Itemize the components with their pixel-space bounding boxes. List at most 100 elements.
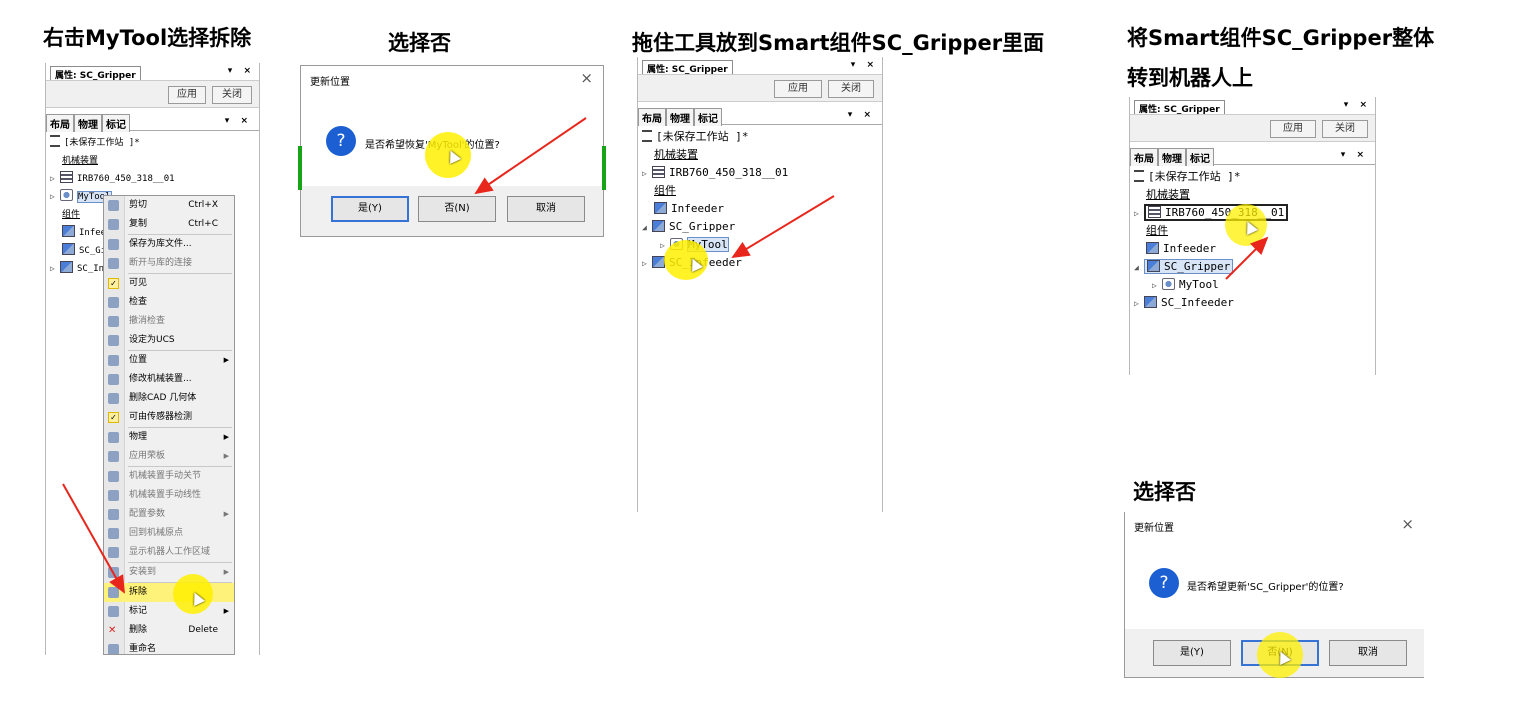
tabs-controls[interactable]: ▾ × xyxy=(1338,149,1371,161)
menu-item-4[interactable]: ✓ 可见 xyxy=(104,274,234,293)
close-button[interactable]: 关闭 xyxy=(1322,120,1368,138)
menu-item-2[interactable]: 保存为库文件... xyxy=(104,235,234,254)
tool-icon xyxy=(1162,278,1175,290)
tabs-controls[interactable]: ▾ × xyxy=(845,109,878,121)
submenu-arrow-icon: ▶ xyxy=(223,433,229,441)
menu-item-16[interactable]: 配置参数 ▶ xyxy=(104,505,234,524)
menu-item-icon xyxy=(108,471,119,482)
close-button[interactable]: 关闭 xyxy=(212,86,252,104)
tabs-controls[interactable]: ▾ × xyxy=(222,115,255,127)
menu-item-label: 可由传感器检测 xyxy=(129,412,193,422)
tree-sc-infeeder[interactable]: ▷ SC_Infeeder xyxy=(1134,294,1371,312)
menu-item-5[interactable]: 检查 xyxy=(104,293,234,312)
tab-layout[interactable]: 布局 xyxy=(1130,148,1158,166)
panel-controls[interactable]: ▾ × xyxy=(1344,100,1371,110)
tab-tags[interactable]: 标记 xyxy=(102,114,130,132)
menu-item-label: 检查 xyxy=(129,297,148,307)
menu-item-1[interactable]: 复制 Ctrl+C xyxy=(104,215,234,234)
apply-button[interactable]: 应用 xyxy=(168,86,206,104)
close-button[interactable]: 关闭 xyxy=(828,80,874,98)
collapse-icon[interactable]: ◢ xyxy=(642,219,652,237)
yes-button[interactable]: 是(Y) xyxy=(331,196,409,222)
caption-step4-line2: 转到机器人上 xyxy=(1127,66,1253,90)
menu-item-15[interactable]: 机械装置手动线性 xyxy=(104,486,234,505)
tab-physics[interactable]: 物理 xyxy=(666,108,694,126)
tree-component-label: 组件 xyxy=(62,210,81,220)
menu-item-6[interactable]: 撤消检查 xyxy=(104,312,234,331)
tree-mechanism-label: 机械装置 xyxy=(62,156,99,166)
tree-infeeder-label: Infeeder xyxy=(671,202,724,215)
menu-item-11[interactable]: ✓ 可由传感器检测 xyxy=(104,408,234,427)
tab-physics[interactable]: 物理 xyxy=(1158,148,1186,166)
tree-station-label: [未保存工作站 ]* xyxy=(64,138,140,148)
caption-step1: 右击MyTool选择拆除 xyxy=(43,26,252,50)
menu-item-icon xyxy=(108,528,119,539)
robot-icon xyxy=(1148,206,1161,218)
tree-sc-gripper[interactable]: ◢ SC_Gripper xyxy=(1134,258,1371,276)
expand-icon[interactable]: ▷ xyxy=(50,170,60,188)
collapse-icon[interactable]: ◢ xyxy=(1134,259,1144,277)
smart-component-icon xyxy=(652,220,665,232)
tree-sc-gripper[interactable]: ◢ SC_Gripper xyxy=(642,218,878,236)
menu-item-7[interactable]: 设定为UCS xyxy=(104,331,234,350)
menu-item-3[interactable]: 断开与库的连接 xyxy=(104,254,234,273)
apply-button[interactable]: 应用 xyxy=(1270,120,1316,138)
close-icon[interactable]: × xyxy=(580,69,593,87)
menu-item-label: 删除 xyxy=(129,625,148,635)
tree-mytool[interactable]: ▷ MyTool xyxy=(1134,276,1371,294)
tree-robot[interactable]: ▷ IRB760_450_318__01 xyxy=(50,170,255,188)
expand-icon[interactable]: ▷ xyxy=(1134,205,1144,223)
menu-item-9[interactable]: 修改机械装置... xyxy=(104,370,234,389)
menu-item-icon xyxy=(108,297,119,308)
station-icon xyxy=(50,135,60,147)
expand-icon[interactable]: ▷ xyxy=(50,188,60,206)
tree-station[interactable]: [未保存工作站 ]* xyxy=(1134,168,1371,186)
panel-title-bar: 属性: SC_Gripper ▾ × xyxy=(46,63,259,82)
menu-item-shortcut: Ctrl+X xyxy=(188,200,218,210)
menu-item-icon xyxy=(108,258,119,269)
menu-item-17[interactable]: 回到机械原点 xyxy=(104,524,234,543)
tool-icon xyxy=(60,189,73,201)
tree-infeeder[interactable]: Infeeder xyxy=(642,200,878,218)
yes-button[interactable]: 是(Y) xyxy=(1153,640,1231,666)
tab-layout[interactable]: 布局 xyxy=(46,114,74,132)
no-button[interactable]: 否(N) xyxy=(418,196,496,222)
expand-icon[interactable]: ▷ xyxy=(1134,295,1144,313)
menu-item-20[interactable]: 拆除 xyxy=(104,583,234,602)
menu-item-14[interactable]: 机械装置手动关节 xyxy=(104,467,234,486)
panel-controls[interactable]: ▾ × xyxy=(228,66,255,76)
expand-icon[interactable]: ▷ xyxy=(642,255,652,273)
smart-component-icon xyxy=(1147,260,1160,272)
menu-item-10[interactable]: 删除CAD 几何体 xyxy=(104,389,234,408)
tree-robot-label: IRB760_450_318__01 xyxy=(669,166,789,179)
tree-station[interactable]: [未保存工作站 ]* xyxy=(642,128,878,146)
menu-item-18[interactable]: 显示机器人工作区域 xyxy=(104,543,234,562)
close-icon[interactable]: × xyxy=(1401,515,1414,533)
menu-item-13[interactable]: 应用荣板 ▶ xyxy=(104,447,234,466)
menu-item-12[interactable]: 物理 ▶ xyxy=(104,428,234,447)
menu-item-label: 剪切 xyxy=(129,200,148,210)
tree-robot[interactable]: ▷ IRB760_450_318__01 xyxy=(642,164,878,182)
menu-item-8[interactable]: 位置 ▶ xyxy=(104,351,234,370)
menu-item-icon xyxy=(108,606,119,617)
expand-icon[interactable]: ▷ xyxy=(1152,277,1162,295)
menu-item-23[interactable]: 重命名 xyxy=(104,640,234,654)
tab-tags[interactable]: 标记 xyxy=(694,108,722,126)
menu-item-icon xyxy=(108,567,119,578)
apply-button[interactable]: 应用 xyxy=(774,80,822,98)
expand-icon[interactable]: ▷ xyxy=(642,165,652,183)
menu-item-0[interactable]: 剪切 Ctrl+X xyxy=(104,196,234,215)
menu-item-21[interactable]: 标记 ▶ xyxy=(104,602,234,621)
tab-physics[interactable]: 物理 xyxy=(74,114,102,132)
panel-controls[interactable]: ▾ × xyxy=(851,60,878,70)
menu-item-22[interactable]: ✕ 删除 Delete xyxy=(104,621,234,640)
expand-icon[interactable]: ▷ xyxy=(50,260,60,278)
tab-tags[interactable]: 标记 xyxy=(1186,148,1214,166)
tree-station[interactable]: [未保存工作站 ]* xyxy=(50,134,255,152)
tab-layout[interactable]: 布局 xyxy=(638,108,666,126)
station-icon xyxy=(642,130,652,142)
cancel-button[interactable]: 取消 xyxy=(507,196,585,222)
menu-item-label: 设定为UCS xyxy=(129,335,175,345)
menu-item-19[interactable]: 安装到 ▶ xyxy=(104,563,234,582)
cancel-button[interactable]: 取消 xyxy=(1329,640,1407,666)
